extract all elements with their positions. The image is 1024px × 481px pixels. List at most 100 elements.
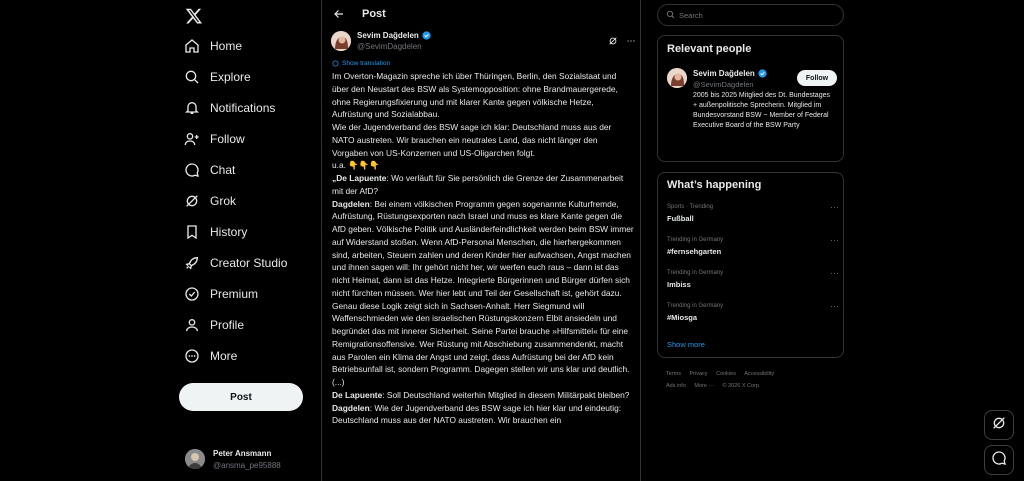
panel-title: What’s happening <box>667 179 762 191</box>
show-translation-label: Show translation <box>342 60 391 67</box>
trend-topic: Fußball <box>667 214 694 223</box>
nav-label: Chat <box>210 163 236 177</box>
profile-icon <box>184 317 200 333</box>
footer-link-privacy[interactable]: Privacy <box>690 371 708 377</box>
post-author: Sevim Dağdelen @SevimDagdelen <box>331 30 636 52</box>
trend-item[interactable]: Trending in Germany #fernsehgarten ··· <box>667 235 839 263</box>
more-options-icon[interactable]: ··· <box>830 235 839 245</box>
person-name[interactable]: Sevim Dağdelen <box>693 69 755 78</box>
grok-icon <box>184 193 200 209</box>
account-switcher[interactable]: Peter Ansmann @ansma_pe95888 <box>185 445 315 473</box>
person-add-icon <box>184 131 200 147</box>
nav-label: Profile <box>210 318 245 332</box>
trend-context: Trending in Germany <box>667 237 724 243</box>
right-sidebar: Relevant people Sevim Dağdelen @SevimDag… <box>657 0 844 481</box>
trend-item[interactable]: Sports · Trending Fußball ··· <box>667 202 839 230</box>
more-options-icon[interactable]: ··· <box>830 202 839 212</box>
chat-icon <box>184 162 200 178</box>
translate-icon <box>332 60 339 67</box>
post-paragraph: Wie der Jugendverband des BSW sage ich k… <box>332 121 634 159</box>
footer-link-cookies[interactable]: Cookies <box>716 371 736 377</box>
nav-grok[interactable]: Grok <box>184 189 236 213</box>
post-paragraph: „De Lapuente: Wo verläuft für Sie persön… <box>332 172 634 198</box>
post-text: (...) <box>332 377 345 387</box>
nav-label: Creator Studio <box>210 256 288 270</box>
bookmark-icon <box>184 224 200 240</box>
author-handle[interactable]: @SevimDagdelen <box>357 42 431 51</box>
nav-notifications[interactable]: Notifications <box>184 96 275 120</box>
trend-context: Sports · Trending <box>667 204 714 210</box>
post-button[interactable]: Post <box>179 383 303 411</box>
follow-button[interactable]: Follow <box>797 70 837 86</box>
rocket-icon <box>184 255 200 271</box>
back-arrow-icon[interactable] <box>331 6 347 22</box>
footer-copyright: © 2026 X Corp. <box>722 383 761 389</box>
trend-item[interactable]: Trending in Germany Imbiss ··· <box>667 268 839 296</box>
page-title: Post <box>362 7 386 20</box>
post-body: Im Overton-Magazin spreche ich über Thür… <box>332 70 634 427</box>
home-icon <box>184 38 200 54</box>
search-icon <box>184 69 200 85</box>
nav-follow[interactable]: Follow <box>184 127 245 151</box>
relevant-people-panel: Relevant people Sevim Dağdelen @SevimDag… <box>657 35 844 162</box>
messages-float-button[interactable] <box>984 445 1014 475</box>
post-text: : Wie der Jugendverband des BSW sage ich… <box>332 402 622 426</box>
more-circle-icon <box>184 348 200 364</box>
speaker-label: „De Lapuente <box>332 173 387 183</box>
account-handle: @ansma_pe95888 <box>213 460 281 470</box>
nav-creator-studio[interactable]: Creator Studio <box>184 251 287 275</box>
post-text: : Bei einem völkischen Programm gegen so… <box>332 198 634 375</box>
footer-link-ads-info[interactable]: Ads info <box>666 383 686 389</box>
whats-happening-panel: What’s happening Sports · Trending Fußba… <box>657 172 844 358</box>
chat-icon <box>991 450 1007 471</box>
panel-title: Relevant people <box>667 43 752 55</box>
grok-float-button[interactable] <box>984 410 1014 440</box>
verified-badge-icon <box>422 31 431 40</box>
post-paragraph: Im Overton-Magazin spreche ich über Thür… <box>332 70 634 121</box>
speaker-label: De Lapuente <box>332 389 383 400</box>
footer-links: Terms Privacy Cookies Accessibility Ads … <box>666 368 841 392</box>
speaker-label: Dagdelen <box>332 402 370 413</box>
trend-item[interactable]: Trending in Germany #Miosga ··· <box>667 301 839 329</box>
nav-home[interactable]: Home <box>184 34 242 58</box>
nav-premium[interactable]: Premium <box>184 282 258 306</box>
search-input[interactable] <box>679 10 829 20</box>
nav-more[interactable]: More <box>184 344 237 368</box>
post-text: : Soll Deutschland weiterhin Mitglied in… <box>382 389 630 400</box>
nav-explore[interactable]: Explore <box>184 65 251 89</box>
post-paragraph: Dagdelen: Bei einem völkischen Programm … <box>332 198 634 377</box>
nav-history[interactable]: History <box>184 220 247 244</box>
avatar <box>185 449 205 469</box>
show-translation-link[interactable]: Show translation <box>332 60 390 67</box>
footer-link-accessibility[interactable]: Accessibility <box>744 371 774 377</box>
post-paragraph: u.a. 👇👇👇 <box>332 159 634 172</box>
post-paragraph: Dagdelen: Wie der Jugendverband des BSW … <box>332 402 634 428</box>
person-avatar[interactable] <box>667 68 687 88</box>
trend-topic: #Miosga <box>667 313 698 322</box>
show-more-link[interactable]: Show more <box>667 340 705 349</box>
nav-label: Grok <box>210 194 237 208</box>
post-header: Post <box>322 0 640 27</box>
post-column: Post Sevim Dağdelen @SevimDagdelen Show … <box>321 0 641 481</box>
grok-icon <box>991 415 1007 436</box>
nav-label: Notifications <box>210 101 276 115</box>
nav-profile[interactable]: Profile <box>184 313 244 337</box>
x-logo-icon[interactable] <box>182 4 206 28</box>
more-options-icon[interactable] <box>626 36 636 46</box>
post-paragraph: De Lapuente: Soll Deutschland weiterhin … <box>332 389 634 402</box>
more-options-icon[interactable]: ··· <box>830 301 839 311</box>
nav-chat[interactable]: Chat <box>184 158 235 182</box>
author-name[interactable]: Sevim Dağdelen <box>357 31 419 40</box>
bell-icon <box>184 100 200 116</box>
search-icon <box>666 6 675 24</box>
account-name: Peter Ansmann <box>213 448 272 458</box>
speaker-label: Dagdelen <box>332 198 370 209</box>
verified-icon <box>184 286 200 302</box>
nav-label: More <box>210 349 238 363</box>
more-options-icon[interactable]: ··· <box>830 268 839 278</box>
author-avatar[interactable] <box>331 31 351 51</box>
footer-link-terms[interactable]: Terms <box>666 371 681 377</box>
grok-icon[interactable] <box>608 36 618 46</box>
search-box[interactable] <box>657 4 844 26</box>
footer-link-more[interactable]: More ··· <box>694 383 714 389</box>
